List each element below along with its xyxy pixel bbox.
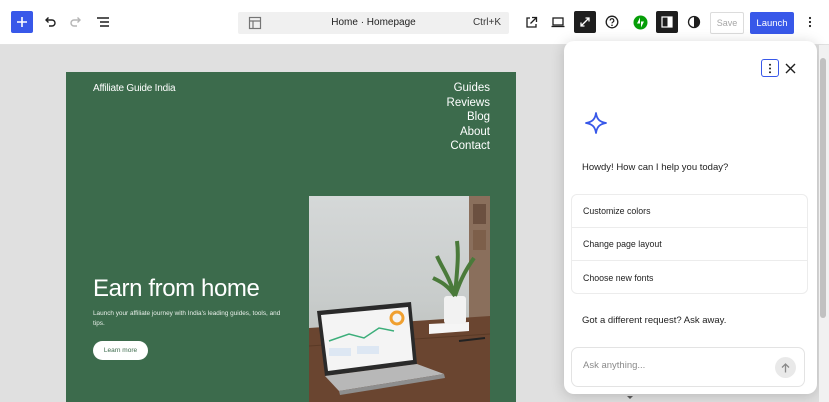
more-vertical-icon (769, 63, 771, 73)
hero-heading[interactable]: Earn from home (93, 275, 260, 303)
jetpack-button[interactable] (630, 12, 650, 32)
suggestion-change-layout[interactable]: Change page layout (572, 228, 807, 261)
styles-icon (687, 15, 701, 29)
sparkle-icon (585, 112, 607, 134)
ask-input[interactable] (583, 360, 763, 371)
site-title[interactable]: Affiliate Guide India (93, 83, 176, 94)
keyboard-shortcut: Ctrl+K (472, 17, 501, 28)
nav-item-about[interactable]: About (447, 125, 490, 140)
ai-assistant-panel: Howdy! How can I help you today? Customi… (564, 41, 817, 394)
launch-button[interactable]: Launch (750, 12, 794, 34)
jetpack-icon (633, 15, 647, 29)
send-button[interactable] (775, 357, 796, 378)
nav-item-reviews[interactable]: Reviews (447, 96, 490, 111)
redo-button[interactable] (65, 11, 87, 33)
external-link-icon (525, 16, 537, 28)
ask-input-box (571, 347, 805, 387)
redo-icon (70, 17, 81, 27)
arrow-up-icon (781, 362, 790, 372)
save-button[interactable]: Save (710, 12, 744, 34)
options-button[interactable] (800, 12, 820, 32)
help-button[interactable] (602, 12, 622, 32)
undo-button[interactable] (39, 11, 61, 33)
laptop-desk-illustration (309, 196, 490, 402)
desktop-icon (551, 17, 565, 28)
add-block-button[interactable] (11, 11, 33, 33)
close-icon (785, 63, 795, 73)
hero-image[interactable] (309, 196, 490, 402)
suggestion-choose-fonts[interactable]: Choose new fonts (572, 261, 807, 294)
suggestion-customize-colors[interactable]: Customize colors (572, 195, 807, 228)
site-navigation: Guides Reviews Blog About Contact (447, 81, 490, 154)
document-title: Home · Homepage (331, 17, 416, 28)
close-panel-button[interactable] (781, 59, 799, 77)
help-icon (605, 15, 619, 29)
nav-item-contact[interactable]: Contact (447, 139, 490, 154)
device-preview-button[interactable] (548, 12, 568, 32)
settings-sidebar-toggle[interactable] (656, 11, 678, 33)
nav-item-guides[interactable]: Guides (447, 81, 490, 96)
undo-icon (45, 17, 56, 27)
assistant-greeting: Howdy! How can I help you today? (582, 162, 729, 173)
plus-icon (17, 17, 27, 27)
chevron-down-icon (627, 396, 633, 399)
list-view-icon (97, 17, 109, 27)
zoom-out-button[interactable] (574, 11, 596, 33)
nav-item-blog[interactable]: Blog (447, 110, 490, 125)
assistant-prompt-text: Got a different request? Ask away. (582, 315, 727, 326)
learn-more-button[interactable]: Learn more (93, 341, 148, 360)
zoom-out-icon (580, 17, 590, 27)
hero-text[interactable]: Launch your affiliate journey with India… (93, 309, 283, 329)
scrollbar-thumb[interactable] (820, 58, 826, 318)
editor-toolbar: Home · Homepage Ctrl+K Save Launch (0, 0, 829, 45)
command-palette-bar[interactable]: Home · Homepage Ctrl+K (238, 12, 509, 34)
list-view-button[interactable] (92, 11, 114, 33)
styles-button[interactable] (684, 12, 704, 32)
view-site-button[interactable] (521, 12, 541, 32)
assistant-options-button[interactable] (761, 59, 779, 77)
page-canvas[interactable]: Affiliate Guide India Guides Reviews Blo… (66, 72, 516, 402)
suggestion-list: Customize colors Change page layout Choo… (571, 194, 808, 294)
more-vertical-icon (808, 16, 812, 28)
sidebar-icon (661, 16, 673, 28)
